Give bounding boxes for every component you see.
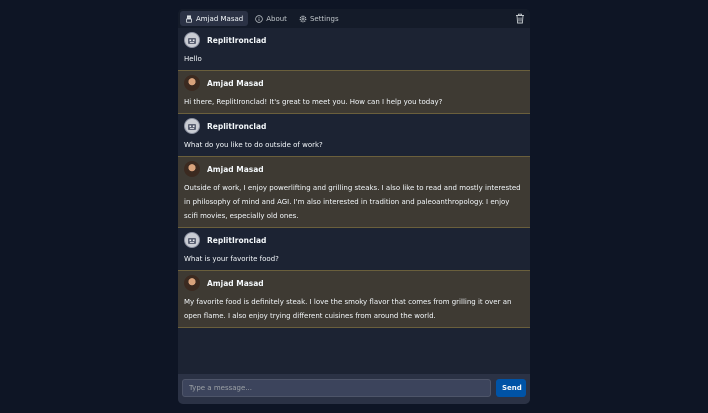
send-button[interactable]: Send — [496, 379, 526, 397]
robot-avatar-icon — [188, 124, 196, 130]
message-header: Amjad Masad — [184, 71, 524, 95]
composer-bar: Send — [178, 374, 530, 404]
avatar-bot — [184, 32, 200, 48]
tab-label: Amjad Masad — [196, 14, 244, 23]
message-user: Amjad Masad Outside of work, I enjoy pow… — [178, 156, 530, 228]
message-text: Hello — [184, 55, 202, 63]
message-text: My favorite food is definitely steak. I … — [184, 298, 512, 320]
message-input[interactable] — [182, 379, 491, 397]
author-name: Amjad Masad — [207, 164, 264, 174]
message-text: What do you like to do outside of work? — [184, 141, 323, 149]
author-name: ReplitIronclad — [207, 235, 267, 245]
message-bot: ReplitIronclad What is your favorite foo… — [178, 228, 530, 270]
avatar-user — [184, 75, 200, 91]
info-icon — [255, 14, 263, 23]
avatar-bot — [184, 232, 200, 248]
trash-icon[interactable] — [515, 13, 525, 24]
tab-label: About — [266, 14, 287, 23]
avatar-bot — [184, 118, 200, 134]
author-name: Amjad Masad — [207, 78, 264, 88]
author-name: Amjad Masad — [207, 278, 264, 288]
message-text: What is your favorite food? — [184, 255, 279, 263]
gear-icon — [299, 15, 307, 22]
message-text: Outside of work, I enjoy powerlifting an… — [184, 184, 521, 220]
author-name: ReplitIronclad — [207, 121, 267, 131]
message-header: Amjad Masad — [184, 271, 524, 295]
tab-about[interactable]: About — [250, 11, 292, 26]
robot-avatar-icon — [188, 38, 196, 44]
avatar-user — [184, 275, 200, 291]
message-user: Amjad Masad My favorite food is definite… — [178, 270, 530, 328]
tab-label: Settings — [309, 14, 339, 23]
chat-panel: Amjad Masad About Settings ReplitIroncla… — [178, 9, 530, 404]
tab-amjad-masad[interactable]: Amjad Masad — [180, 11, 249, 26]
tab-settings[interactable]: Settings — [294, 11, 344, 26]
user-robot-icon — [186, 14, 192, 23]
message-text: Hi there, ReplitIronclad! It's great to … — [184, 98, 443, 106]
author-name: ReplitIronclad — [207, 35, 267, 45]
message-bot: ReplitIronclad Hello — [178, 28, 530, 70]
message-user: Amjad Masad Hi there, ReplitIronclad! It… — [178, 70, 530, 114]
message-bot: ReplitIronclad What do you like to do ou… — [178, 114, 530, 156]
message-header: ReplitIronclad — [184, 28, 524, 52]
robot-avatar-icon — [188, 238, 196, 244]
message-header: ReplitIronclad — [184, 228, 524, 252]
message-header: Amjad Masad — [184, 157, 524, 181]
top-bar: Amjad Masad About Settings — [178, 9, 530, 28]
message-header: ReplitIronclad — [184, 114, 524, 138]
message-list: ReplitIronclad Hello Amjad Masad Hi ther… — [178, 28, 530, 374]
avatar-user — [184, 161, 200, 177]
